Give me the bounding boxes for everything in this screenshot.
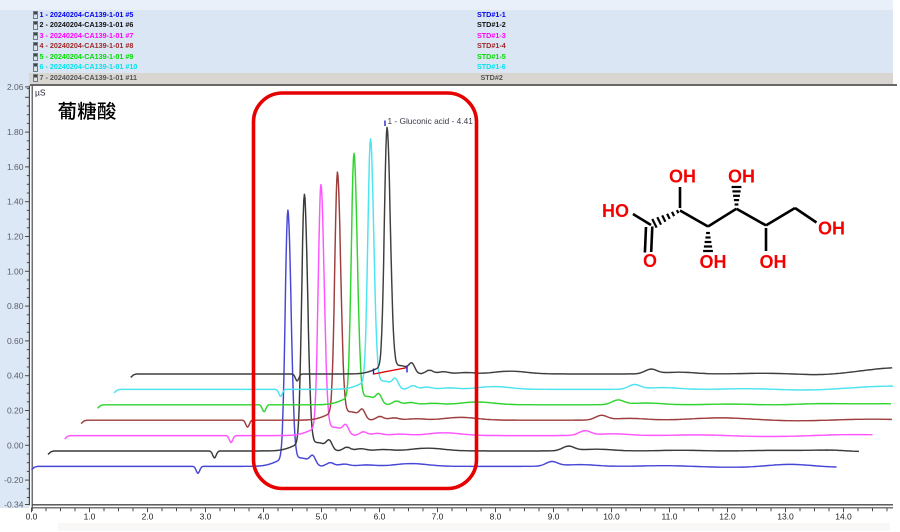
svg-text:11.0: 11.0 xyxy=(662,512,678,522)
svg-text:OH: OH xyxy=(760,252,787,272)
svg-text:0.00: 0.00 xyxy=(7,440,24,450)
svg-text:1.20: 1.20 xyxy=(7,232,24,242)
svg-text:4.0: 4.0 xyxy=(258,512,270,522)
svg-text:5.0: 5.0 xyxy=(316,512,328,522)
svg-text:8.0: 8.0 xyxy=(490,512,502,522)
svg-text:1 - Gluconic acid - 4.41: 1 - Gluconic acid - 4.41 xyxy=(388,116,474,126)
svg-text:1.80: 1.80 xyxy=(7,127,24,137)
svg-text:µS: µS xyxy=(35,88,46,98)
svg-text:2.06: 2.06 xyxy=(7,82,24,92)
svg-text:-0.20: -0.20 xyxy=(4,475,24,485)
svg-text:OH: OH xyxy=(669,167,696,187)
svg-text:14.0: 14.0 xyxy=(835,512,852,522)
svg-text:7.0: 7.0 xyxy=(432,512,444,522)
svg-text:OH: OH xyxy=(818,219,845,239)
svg-text:1.60: 1.60 xyxy=(7,162,24,172)
svg-text:1.40: 1.40 xyxy=(7,197,24,207)
svg-text:OH: OH xyxy=(728,167,755,187)
svg-text:2.0: 2.0 xyxy=(142,512,154,522)
svg-text:0.40: 0.40 xyxy=(7,371,24,381)
svg-text:HO: HO xyxy=(602,201,629,221)
svg-text:1.00: 1.00 xyxy=(7,266,24,276)
svg-text:-0.34: -0.34 xyxy=(4,500,24,510)
svg-text:1.0: 1.0 xyxy=(84,512,96,522)
svg-text:0.20: 0.20 xyxy=(7,406,24,416)
svg-text:12.0: 12.0 xyxy=(719,512,736,522)
svg-text:OH: OH xyxy=(700,252,727,272)
svg-text:9.0: 9.0 xyxy=(548,512,560,522)
svg-text:6.0: 6.0 xyxy=(374,512,386,522)
svg-text:0.60: 0.60 xyxy=(7,336,24,346)
svg-text:0.80: 0.80 xyxy=(7,301,24,311)
svg-text:0.0: 0.0 xyxy=(26,512,38,522)
svg-text:O: O xyxy=(643,251,657,271)
svg-text:10.0: 10.0 xyxy=(603,512,620,522)
svg-text:13.0: 13.0 xyxy=(777,512,794,522)
svg-text:3.0: 3.0 xyxy=(200,512,212,522)
